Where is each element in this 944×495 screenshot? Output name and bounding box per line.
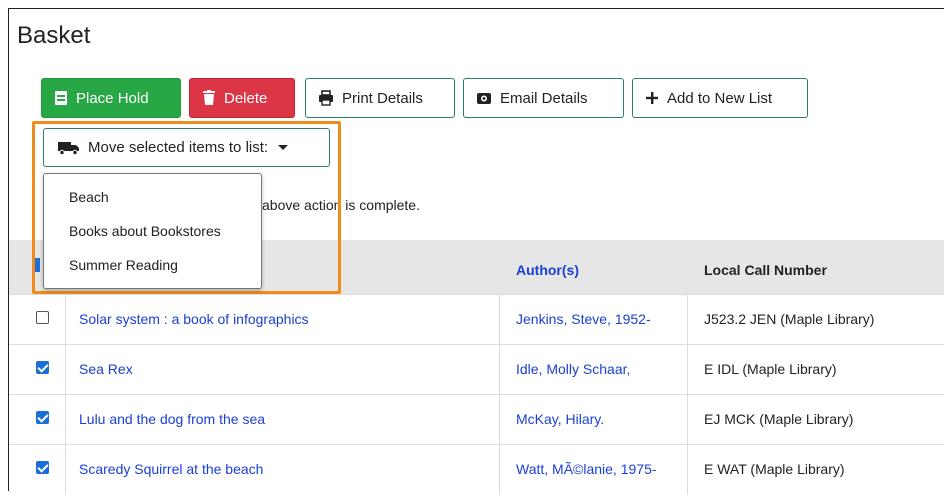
call-number: EJ MCK (Maple Library) xyxy=(704,411,854,427)
email-details-button[interactable]: Email Details xyxy=(463,78,624,118)
list-dropdown-menu: Beach Books about Bookstores Summer Read… xyxy=(43,173,262,289)
bookmark-icon xyxy=(55,91,67,105)
place-hold-button[interactable]: Place Hold xyxy=(41,78,181,118)
author-link[interactable]: McKay, Hilary. xyxy=(516,411,604,427)
row-checkbox[interactable] xyxy=(36,461,49,474)
title-link[interactable]: Solar system : a book of infographics xyxy=(79,311,309,327)
plus-icon xyxy=(646,92,658,104)
author-link[interactable]: Watt, MÃ©lanie, 1975- xyxy=(516,461,657,477)
dropdown-item-books-about-bookstores[interactable]: Books about Bookstores xyxy=(44,220,261,254)
table-row: Sea Rex Idle, Molly Schaar, E IDL (Maple… xyxy=(9,344,944,395)
move-to-list-label: Move selected items to list: xyxy=(88,139,269,156)
table-row: Scaredy Squirrel at the beach Watt, MÃ©l… xyxy=(9,444,944,495)
dropdown-item-summer-reading[interactable]: Summer Reading xyxy=(44,254,261,288)
call-number: J523.2 JEN (Maple Library) xyxy=(704,311,875,327)
row-checkbox[interactable] xyxy=(36,361,49,374)
printer-icon xyxy=(319,90,333,106)
title-link[interactable]: Scaredy Squirrel at the beach xyxy=(79,461,263,477)
title-link[interactable]: Lulu and the dog from the sea xyxy=(79,411,265,427)
table-row: Solar system : a book of infographics Je… xyxy=(9,294,944,345)
add-to-new-list-label: Add to New List xyxy=(667,89,773,107)
trash-icon xyxy=(203,90,215,105)
author-link[interactable]: Jenkins, Steve, 1952- xyxy=(516,311,651,327)
dropdown-item-beach[interactable]: Beach xyxy=(44,186,261,220)
caret-down-icon xyxy=(278,145,289,150)
add-to-new-list-button[interactable]: Add to New List xyxy=(632,78,808,118)
author-column-header[interactable]: Author(s) xyxy=(516,262,579,278)
place-hold-label: Place Hold xyxy=(76,89,149,107)
author-link[interactable]: Idle, Molly Schaar, xyxy=(516,361,630,377)
envelope-icon xyxy=(477,93,491,104)
print-details-button[interactable]: Print Details xyxy=(305,78,455,118)
call-number: E IDL (Maple Library) xyxy=(704,361,837,377)
row-checkbox[interactable] xyxy=(36,311,49,324)
delete-button[interactable]: Delete xyxy=(189,78,295,118)
call-number: E WAT (Maple Library) xyxy=(704,461,845,477)
email-details-label: Email Details xyxy=(500,89,588,107)
title-link[interactable]: Sea Rex xyxy=(79,361,133,377)
row-checkbox[interactable] xyxy=(36,411,49,424)
call-number-column-header: Local Call Number xyxy=(704,262,827,278)
move-to-list-dropdown-button[interactable]: Move selected items to list: xyxy=(43,128,330,167)
page-title: Basket xyxy=(17,22,91,49)
print-details-label: Print Details xyxy=(342,89,423,107)
truck-icon xyxy=(58,141,79,155)
delete-label: Delete xyxy=(224,89,268,107)
table-row: Lulu and the dog from the sea McKay, Hil… xyxy=(9,394,944,445)
